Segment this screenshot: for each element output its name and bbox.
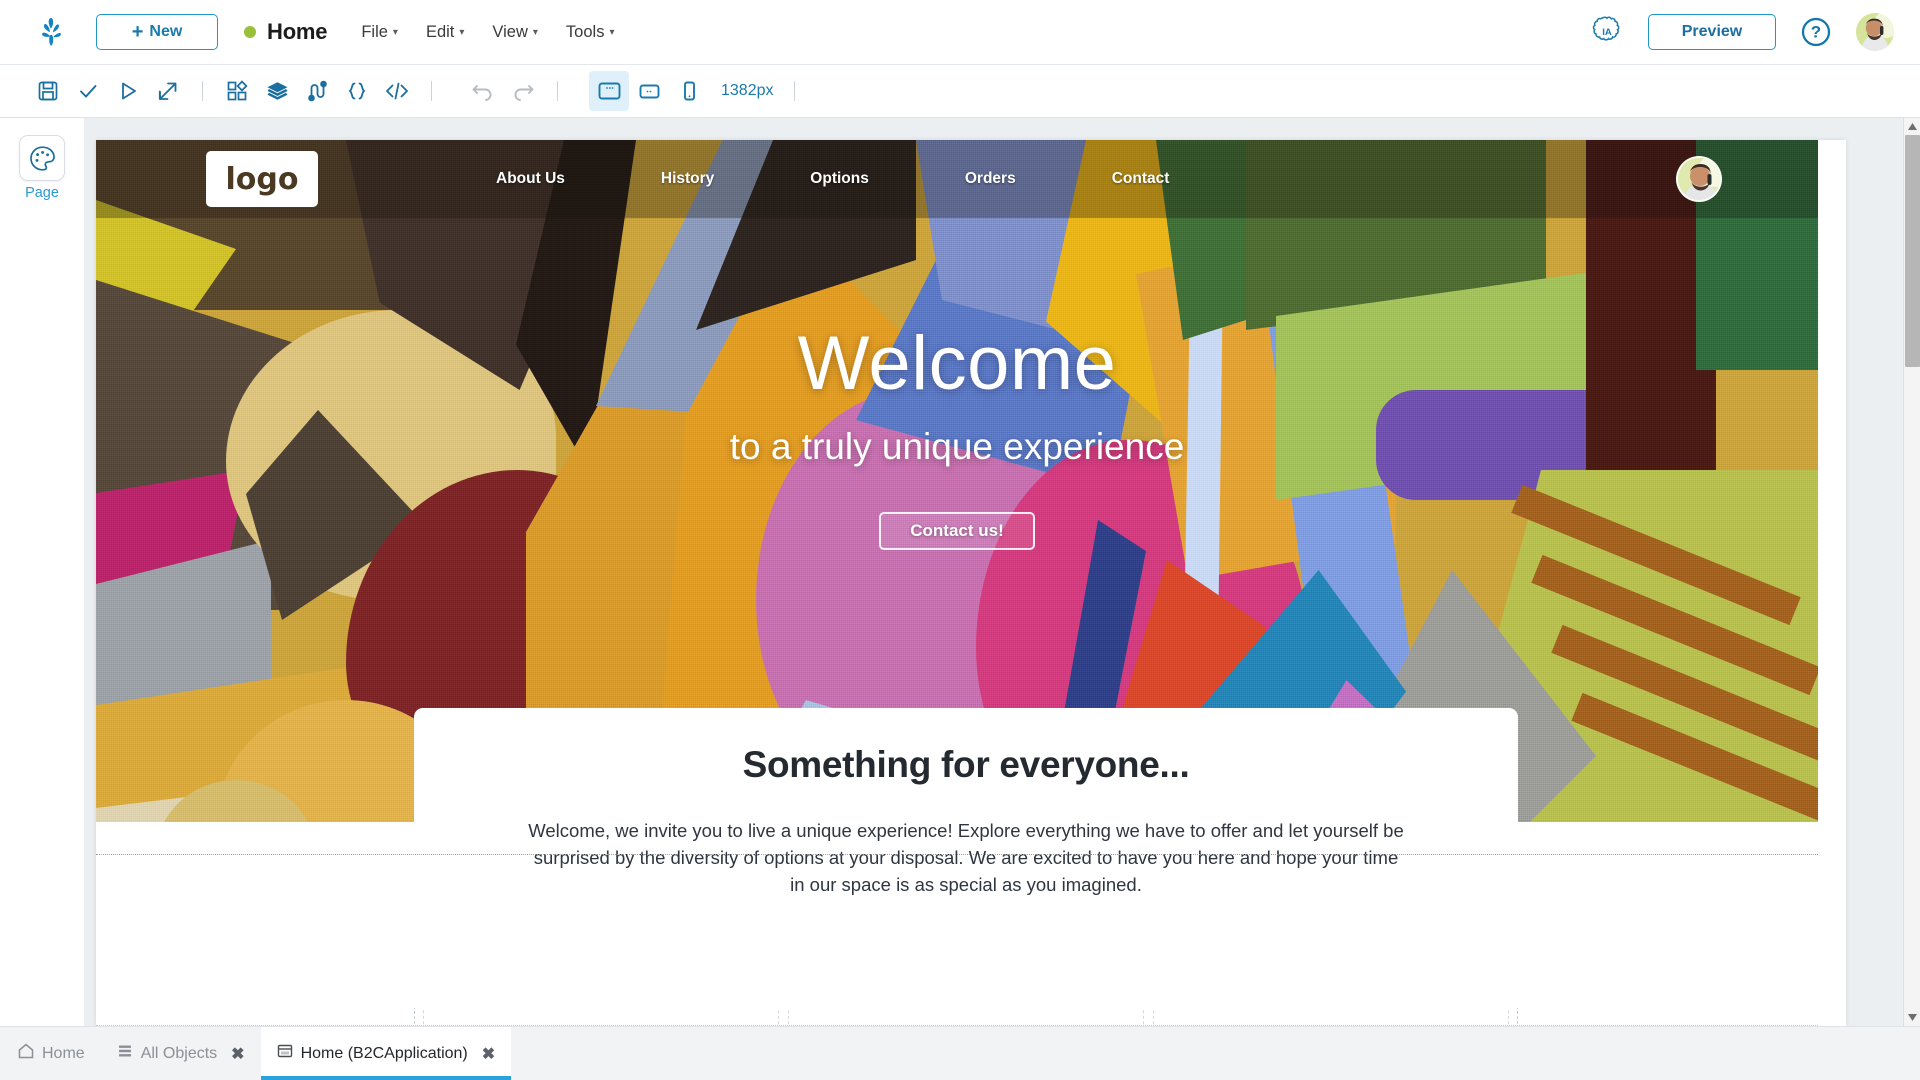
layers-icon[interactable]	[257, 71, 297, 111]
undo-icon[interactable]	[463, 71, 503, 111]
close-icon[interactable]: ✖	[231, 1044, 244, 1064]
publish-icon[interactable]	[148, 71, 188, 111]
page-title: Home	[267, 19, 327, 45]
tablet-view-icon[interactable]	[629, 71, 669, 111]
chevron-down-icon: ▾	[459, 27, 464, 38]
rail-item-label: Page	[25, 185, 59, 201]
user-avatar[interactable]	[1856, 13, 1894, 51]
toolbar-divider	[202, 81, 203, 101]
canvas-area[interactable]: logo About Us History Options Orders Con…	[84, 118, 1920, 1026]
menu-file-label: File	[361, 23, 388, 42]
tab-home-label: Home	[42, 1045, 85, 1063]
site-navigation: logo About Us History Options Orders Con…	[96, 140, 1818, 218]
application-window: + New Home File ▾ Edit ▾ View ▾ Tools ▾	[0, 0, 1920, 1080]
vertical-scrollbar[interactable]	[1903, 118, 1920, 1026]
site-user-avatar[interactable]	[1676, 156, 1722, 202]
scroll-up-icon[interactable]	[1904, 118, 1920, 135]
desktop-view-icon[interactable]	[589, 71, 629, 111]
tab-home-b2capplication[interactable]: Home (B2CApplication) ✖	[261, 1027, 512, 1080]
list-icon	[117, 1043, 133, 1064]
placeholder-cell[interactable]	[788, 1005, 1144, 1026]
question-circle-icon[interactable]: ?	[1800, 16, 1832, 48]
top-header: + New Home File ▾ Edit ▾ View ▾ Tools ▾	[0, 0, 1920, 65]
scrollbar-thumb[interactable]	[1905, 135, 1920, 367]
menu-edit-label: Edit	[426, 23, 454, 42]
scroll-down-icon[interactable]	[1904, 1009, 1920, 1026]
hero-subtitle: to a truly unique experience	[96, 426, 1818, 468]
menu-view[interactable]: View ▾	[492, 23, 538, 42]
site-logo[interactable]: logo	[206, 151, 318, 207]
info-card-title: Something for everyone...	[743, 744, 1190, 786]
tab-home-b2capplication-label: Home (B2CApplication)	[301, 1045, 468, 1063]
tab-all-objects[interactable]: All Objects ✖	[101, 1027, 261, 1080]
hero-copy: Welcome to a truly unique experience Con…	[96, 326, 1818, 550]
nav-link-options[interactable]: Options	[810, 170, 869, 188]
menu-file[interactable]: File ▾	[361, 23, 398, 42]
components-icon[interactable]	[217, 71, 257, 111]
nav-link-contact[interactable]: Contact	[1112, 170, 1170, 188]
preview-button[interactable]: Preview	[1648, 14, 1776, 50]
plus-icon: +	[132, 22, 144, 42]
site-nav-links: About Us History Options Orders Contact	[496, 170, 1169, 188]
left-rail: Page	[0, 118, 84, 1026]
info-card-body: Welcome, we invite you to live a unique …	[524, 818, 1408, 898]
close-icon[interactable]: ✖	[482, 1044, 495, 1064]
home-icon	[18, 1043, 34, 1064]
ia-assistant-icon[interactable]: IA	[1590, 15, 1624, 49]
svg-text:?: ?	[1811, 22, 1821, 41]
chevron-down-icon: ▾	[393, 27, 398, 38]
run-icon[interactable]	[108, 71, 148, 111]
mobile-view-icon[interactable]	[669, 71, 709, 111]
save-icon[interactable]	[28, 71, 68, 111]
new-button[interactable]: + New	[96, 14, 218, 50]
braces-icon[interactable]	[337, 71, 377, 111]
preview-button-label: Preview	[1682, 23, 1742, 41]
chevron-down-icon: ▾	[609, 27, 614, 38]
menu-view-label: View	[492, 23, 527, 42]
tab-home[interactable]: Home	[0, 1027, 101, 1080]
nav-link-orders[interactable]: Orders	[965, 170, 1016, 188]
new-button-label: New	[149, 23, 182, 41]
menu-tools-label: Tools	[566, 23, 605, 42]
toolbar-divider	[794, 81, 795, 101]
check-icon[interactable]	[68, 71, 108, 111]
redo-icon[interactable]	[503, 71, 543, 111]
header-actions: IA Preview ?	[1590, 13, 1894, 51]
placeholder-cell[interactable]	[1153, 1005, 1509, 1026]
rail-item-page[interactable]: Page	[0, 135, 84, 201]
placeholder-cell[interactable]	[423, 1005, 779, 1026]
info-card[interactable]: Something for everyone... Welcome, we in…	[414, 708, 1518, 1008]
frog-logo-icon[interactable]	[30, 10, 74, 54]
page-icon	[277, 1043, 293, 1064]
palette-icon	[19, 135, 65, 181]
menu-edit[interactable]: Edit ▾	[426, 23, 464, 42]
code-icon[interactable]	[377, 71, 417, 111]
status-dot	[244, 26, 256, 38]
toolbar-divider	[431, 81, 432, 101]
svg-text:IA: IA	[1602, 27, 1612, 38]
page-canvas[interactable]: logo About Us History Options Orders Con…	[96, 140, 1846, 1026]
current-page-indicator: Home	[244, 19, 327, 45]
toolbar-divider	[557, 81, 558, 101]
menu-bar: File ▾ Edit ▾ View ▾ Tools ▾	[361, 23, 614, 42]
data-flow-icon[interactable]	[297, 71, 337, 111]
nav-link-history[interactable]: History	[661, 170, 714, 188]
menu-tools[interactable]: Tools ▾	[566, 23, 615, 42]
viewport-width-value[interactable]: 1382px	[721, 82, 774, 100]
bottom-tab-bar: Home All Objects ✖ Home (B2CAppl	[0, 1026, 1920, 1080]
chevron-down-icon: ▾	[533, 27, 538, 38]
hero-title: Welcome	[96, 326, 1818, 402]
nav-link-about-us[interactable]: About Us	[496, 170, 565, 188]
contact-us-button[interactable]: Contact us!	[879, 512, 1035, 550]
main-toolbar: 1382px	[0, 65, 1920, 118]
tab-all-objects-label: All Objects	[141, 1045, 217, 1063]
